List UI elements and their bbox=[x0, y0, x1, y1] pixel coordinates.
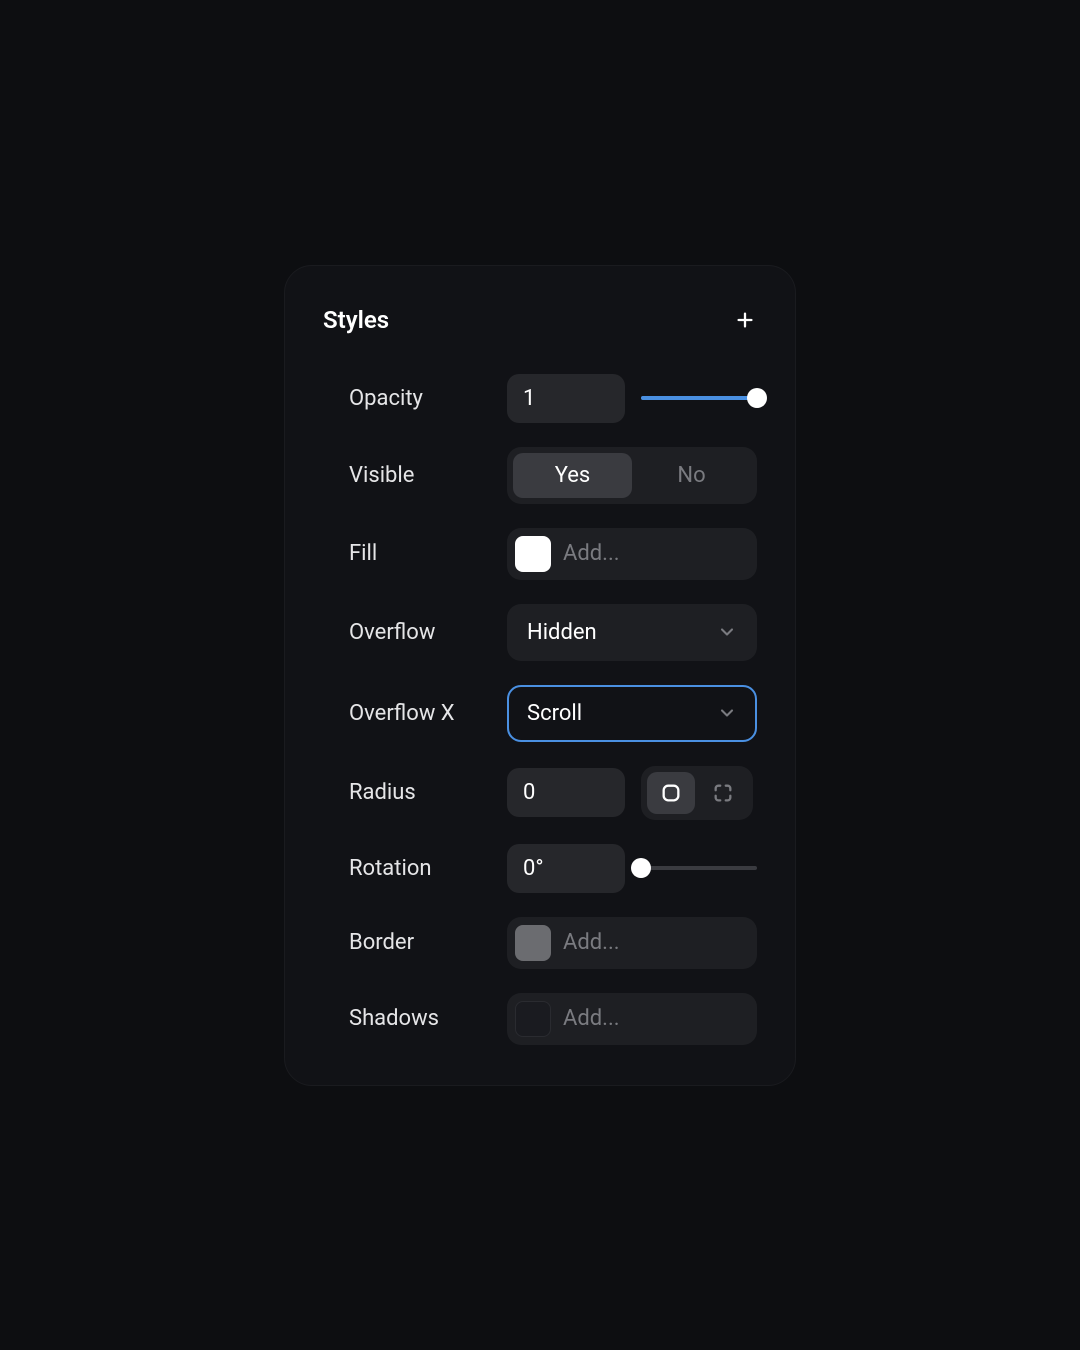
add-style-button[interactable] bbox=[733, 308, 757, 332]
border-row: Border Add... bbox=[323, 917, 757, 969]
chevron-down-icon bbox=[717, 703, 737, 723]
overflow-row: Overflow Hidden bbox=[323, 604, 757, 661]
overflow-x-row: Overflow X Scroll bbox=[323, 685, 757, 742]
opacity-slider-thumb[interactable] bbox=[747, 388, 767, 408]
opacity-label: Opacity bbox=[349, 386, 507, 411]
plus-icon bbox=[734, 309, 756, 331]
border-input[interactable]: Add... bbox=[507, 917, 757, 969]
rounded-square-icon bbox=[660, 782, 682, 804]
overflow-x-label: Overflow X bbox=[349, 701, 507, 726]
visible-row: Visible Yes No bbox=[323, 447, 757, 504]
fill-label: Fill bbox=[349, 541, 507, 566]
shadows-swatch[interactable] bbox=[515, 1001, 551, 1037]
radius-corners-button[interactable] bbox=[699, 772, 747, 814]
overflow-x-select[interactable]: Scroll bbox=[507, 685, 757, 742]
rotation-label: Rotation bbox=[349, 856, 507, 881]
visible-label: Visible bbox=[349, 463, 507, 488]
radius-row: Radius bbox=[323, 766, 757, 820]
rotation-row: Rotation bbox=[323, 844, 757, 893]
fill-row: Fill Add... bbox=[323, 528, 757, 580]
border-swatch[interactable] bbox=[515, 925, 551, 961]
panel-title: Styles bbox=[323, 306, 389, 334]
styles-panel: Styles Opacity Visible Yes No Fill bbox=[284, 265, 796, 1086]
panel-header: Styles bbox=[323, 306, 757, 334]
fill-input[interactable]: Add... bbox=[507, 528, 757, 580]
shadows-label: Shadows bbox=[349, 1006, 507, 1031]
corners-icon bbox=[712, 782, 734, 804]
opacity-slider[interactable] bbox=[641, 396, 757, 400]
visible-toggle: Yes No bbox=[507, 447, 757, 504]
shadows-placeholder: Add... bbox=[563, 1006, 620, 1031]
opacity-row: Opacity bbox=[323, 374, 757, 423]
visible-no-button[interactable]: No bbox=[632, 453, 751, 498]
overflow-x-value: Scroll bbox=[527, 701, 582, 726]
shadows-row: Shadows Add... bbox=[323, 993, 757, 1045]
border-placeholder: Add... bbox=[563, 930, 620, 955]
rotation-input[interactable] bbox=[507, 844, 625, 893]
fill-placeholder: Add... bbox=[563, 541, 620, 566]
radius-label: Radius bbox=[349, 780, 507, 805]
overflow-label: Overflow bbox=[349, 620, 507, 645]
rotation-slider-thumb[interactable] bbox=[631, 858, 651, 878]
border-label: Border bbox=[349, 930, 507, 955]
overflow-select[interactable]: Hidden bbox=[507, 604, 757, 661]
overflow-value: Hidden bbox=[527, 620, 597, 645]
radius-all-button[interactable] bbox=[647, 772, 695, 814]
fill-swatch[interactable] bbox=[515, 536, 551, 572]
opacity-input[interactable] bbox=[507, 374, 625, 423]
chevron-down-icon bbox=[717, 622, 737, 642]
shadows-input[interactable]: Add... bbox=[507, 993, 757, 1045]
visible-yes-button[interactable]: Yes bbox=[513, 453, 632, 498]
radius-mode-toggle bbox=[641, 766, 753, 820]
radius-input[interactable] bbox=[507, 768, 625, 817]
rotation-slider[interactable] bbox=[641, 866, 757, 870]
